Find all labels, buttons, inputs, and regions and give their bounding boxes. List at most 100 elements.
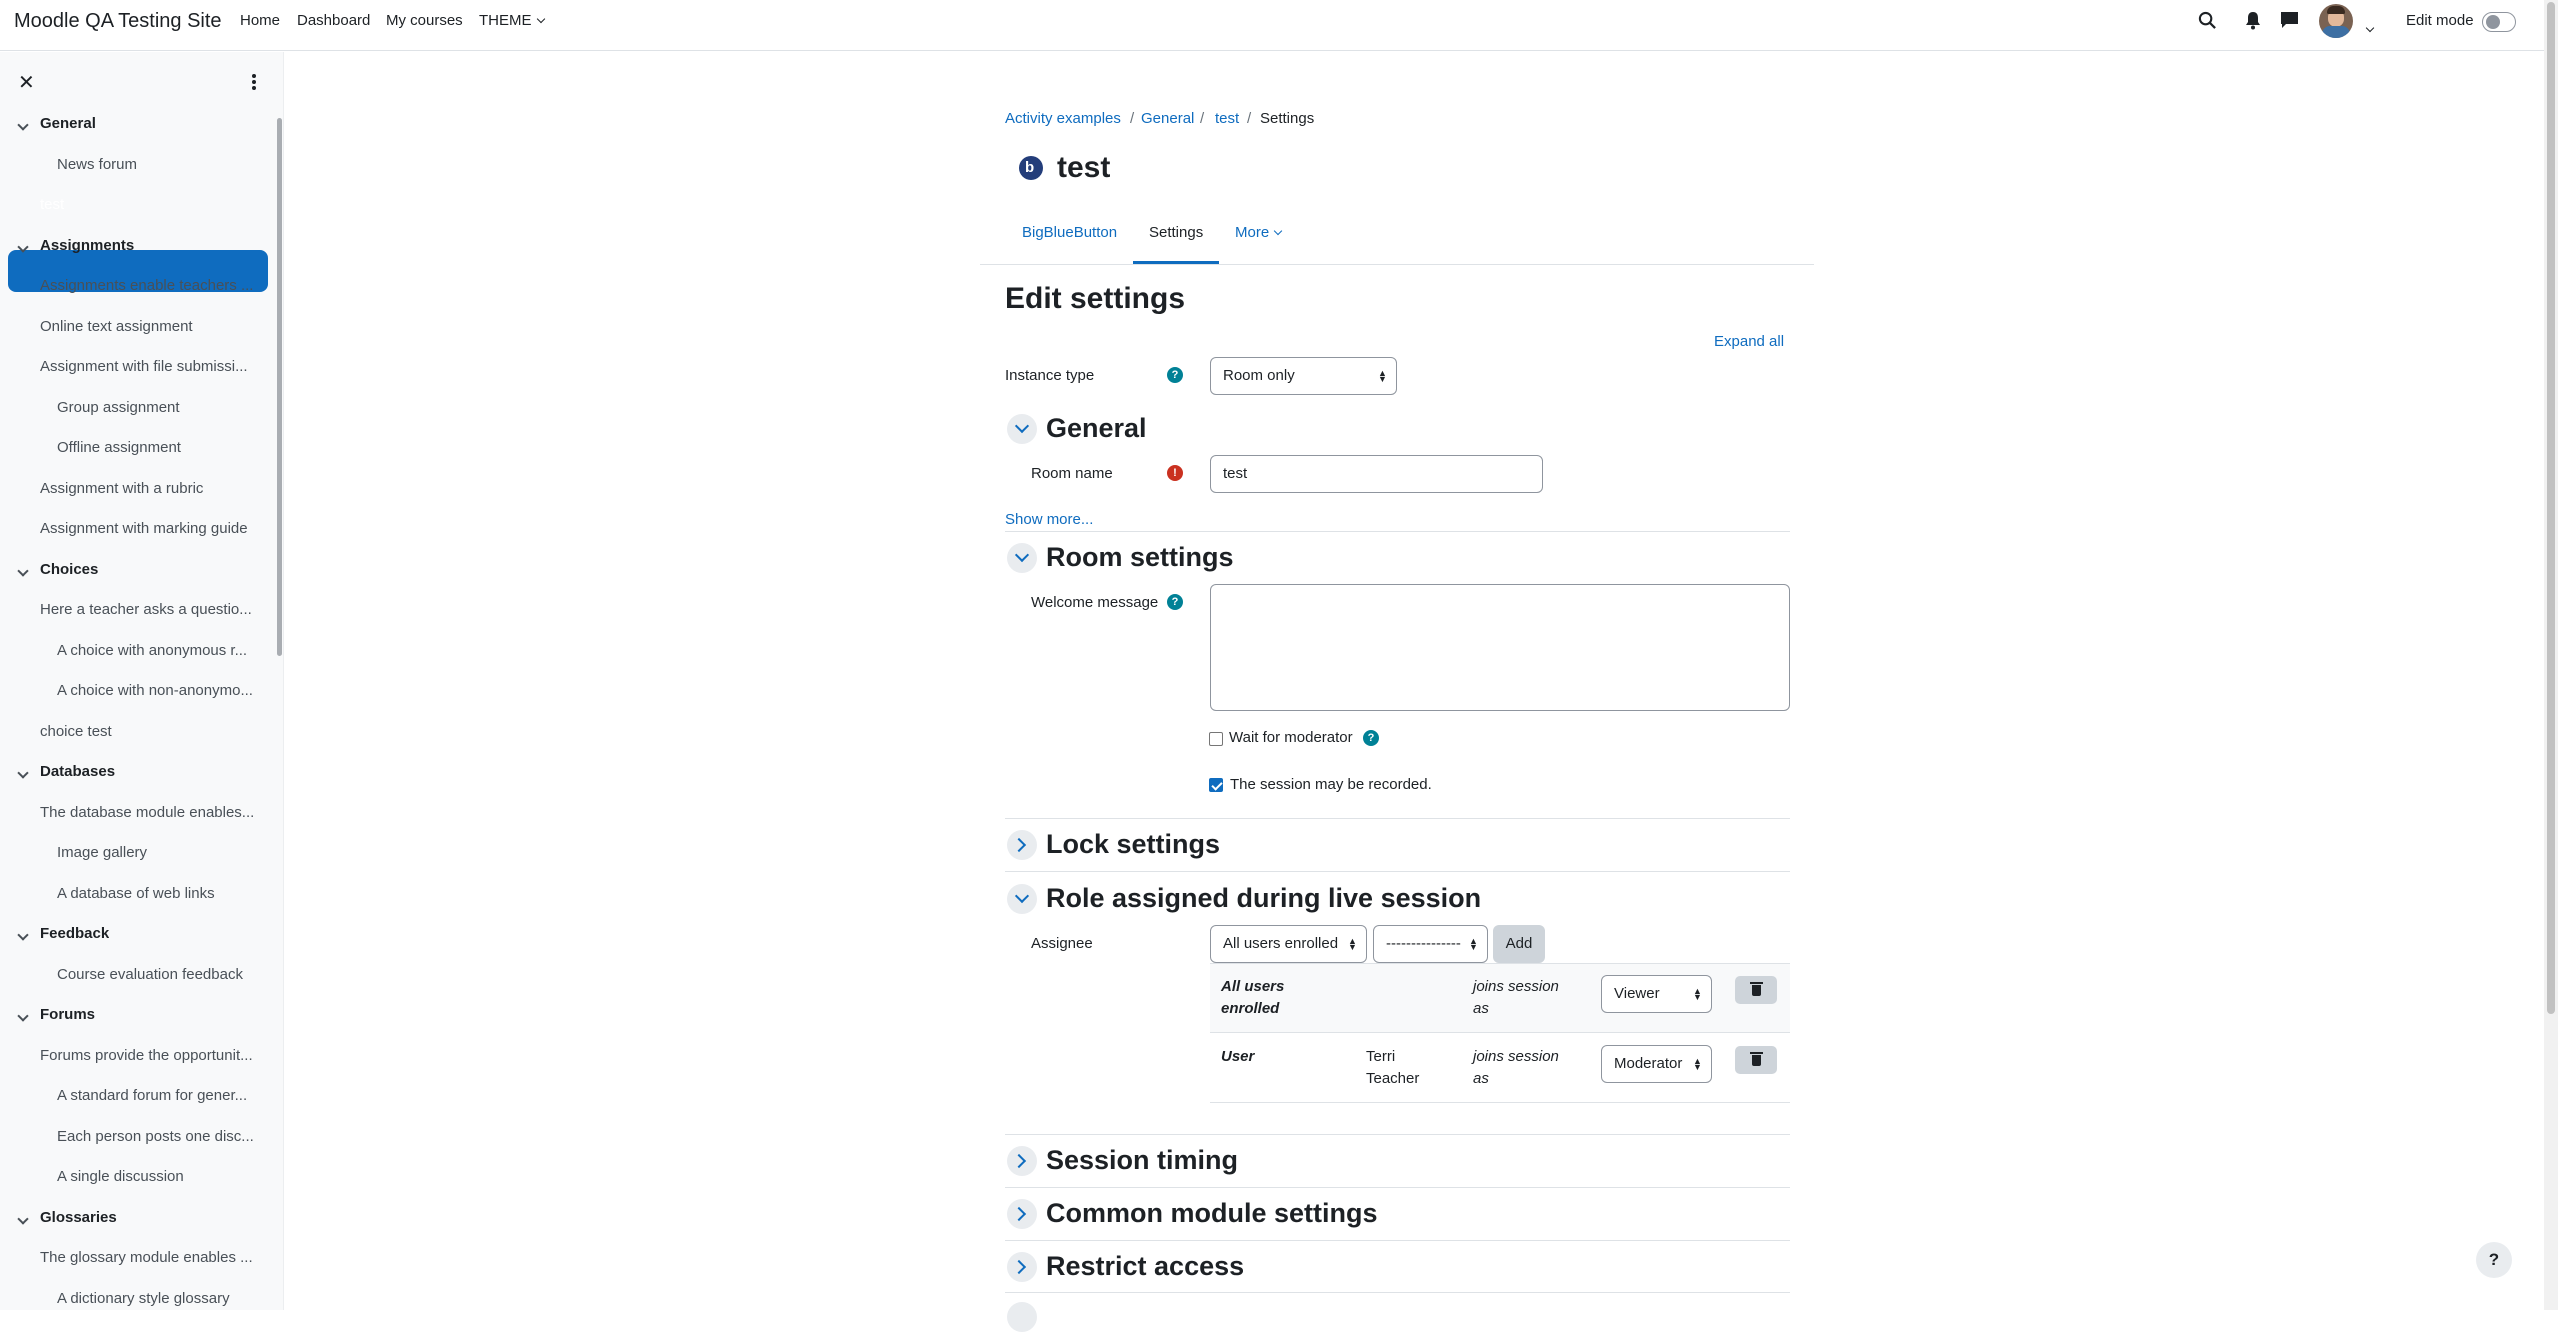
chevron-down-icon[interactable] <box>17 1212 29 1225</box>
assignee-user-select[interactable]: --------------- ▲ ▼ <box>1373 925 1488 963</box>
add-assignee-button[interactable]: Add <box>1493 925 1545 963</box>
chevron-down-icon[interactable] <box>17 929 29 941</box>
role-select[interactable]: Moderator ▲ ▼ <box>1601 1045 1712 1083</box>
nav-home[interactable]: Home <box>240 12 280 29</box>
kebab-icon[interactable] <box>252 74 256 92</box>
chevron-down-icon[interactable] <box>17 564 29 577</box>
session-timing-toggle[interactable] <box>1007 1146 1037 1176</box>
activity-item-active[interactable]: test <box>40 196 258 213</box>
close-icon[interactable]: ✕ <box>18 70 35 95</box>
assignee-type-value: All users enrolled <box>1223 935 1339 952</box>
activity-item[interactable]: Each person posts one disc... <box>57 1128 258 1145</box>
tab-more[interactable]: More <box>1235 224 1283 241</box>
activity-item[interactable]: A choice with anonymous r... <box>57 642 258 659</box>
lock-settings-toggle[interactable] <box>1007 830 1037 860</box>
help-icon[interactable]: ? <box>1167 367 1183 383</box>
user-menu-chevron-icon[interactable] <box>2365 23 2375 33</box>
assignee-type-select[interactable]: All users enrolled ▲ ▼ <box>1210 925 1367 963</box>
row-type: User <box>1221 1048 1255 1065</box>
general-section-toggle[interactable] <box>1007 414 1037 444</box>
restrict-access-heading[interactable]: Restrict access <box>1046 1251 1244 1282</box>
activity-item[interactable]: Group assignment <box>57 399 258 416</box>
section-heading[interactable]: Assignments <box>40 237 134 254</box>
expand-all-link[interactable]: Expand all <box>1714 333 1784 350</box>
chevron-down-icon[interactable] <box>17 119 29 131</box>
activity-item[interactable]: Online text assignment <box>40 318 258 335</box>
room-settings-heading[interactable]: Room settings <box>1046 542 1234 573</box>
common-module-heading[interactable]: Common module settings <box>1046 1198 1378 1229</box>
activity-item[interactable]: News forum <box>57 156 258 173</box>
next-section-toggle[interactable] <box>1007 1302 1037 1332</box>
activity-item[interactable]: A single discussion <box>57 1168 258 1185</box>
session-recorded-checkbox[interactable] <box>1209 778 1223 792</box>
help-icon[interactable]: ? <box>1363 730 1379 746</box>
nav-my-courses[interactable]: My courses <box>386 12 463 29</box>
row-type: All users enrolled <box>1221 978 1285 1017</box>
activity-item[interactable]: Assignments enable teachers ... <box>40 277 258 294</box>
page-scrollbar[interactable] <box>2544 0 2558 1310</box>
section-heading[interactable]: Feedback <box>40 925 109 942</box>
activity-item[interactable]: Image gallery <box>57 844 258 861</box>
row-joins: joins session as <box>1473 1048 1559 1087</box>
show-more-link[interactable]: Show more... <box>1005 511 1093 528</box>
role-select[interactable]: Viewer ▲ ▼ <box>1601 975 1712 1013</box>
activity-item[interactable]: The database module enables... <box>40 804 258 821</box>
tab-bigbluebutton[interactable]: BigBlueButton <box>1022 224 1117 241</box>
section-heading[interactable]: Glossaries <box>40 1209 117 1226</box>
breadcrumb-activity-examples[interactable]: Activity examples <box>1005 110 1121 127</box>
activity-item[interactable]: choice test <box>40 723 258 740</box>
select-arrows-icon: ▲ ▼ <box>1469 936 1478 952</box>
activity-item[interactable]: A standard forum for gener... <box>57 1087 258 1104</box>
activity-item[interactable]: A choice with non-anonymo... <box>57 682 258 699</box>
avatar[interactable] <box>2319 4 2353 38</box>
tab-settings[interactable]: Settings <box>1149 224 1203 241</box>
activity-item[interactable]: Course evaluation feedback <box>57 966 258 983</box>
section-heading[interactable]: Forums <box>40 1006 95 1023</box>
activity-item[interactable]: Here a teacher asks a questio... <box>40 601 258 618</box>
session-timing-heading[interactable]: Session timing <box>1046 1145 1238 1176</box>
top-navbar: Moodle QA Testing Site Home Dashboard My… <box>0 0 2544 51</box>
trash-icon[interactable] <box>1735 976 1777 1004</box>
activity-item[interactable]: The glossary module enables ... <box>40 1249 258 1266</box>
room-name-input[interactable]: test <box>1210 455 1543 493</box>
lock-settings-heading[interactable]: Lock settings <box>1046 829 1220 860</box>
activity-item[interactable]: Assignment with a rubric <box>40 480 258 497</box>
nav-theme[interactable]: THEME <box>479 12 545 29</box>
chevron-down-icon[interactable] <box>17 1010 29 1022</box>
site-brand[interactable]: Moodle QA Testing Site <box>14 10 222 33</box>
section-heading[interactable]: General <box>40 115 96 132</box>
bell-icon[interactable] <box>2245 11 2261 30</box>
nav-dashboard[interactable]: Dashboard <box>297 12 370 29</box>
page-scrollbar-thumb[interactable] <box>2547 2 2555 1014</box>
activity-item[interactable]: A dictionary style glossary <box>57 1290 258 1307</box>
search-icon[interactable] <box>2198 11 2217 30</box>
section-heading[interactable]: Databases <box>40 763 115 780</box>
room-settings-toggle[interactable] <box>1007 543 1037 573</box>
breadcrumb-general[interactable]: General <box>1141 110 1194 127</box>
restrict-access-toggle[interactable] <box>1007 1252 1037 1282</box>
activity-item[interactable]: Forums provide the opportunit... <box>40 1047 258 1064</box>
section-heading[interactable]: Choices <box>40 561 98 578</box>
trash-icon[interactable] <box>1735 1046 1777 1074</box>
common-module-toggle[interactable] <box>1007 1199 1037 1229</box>
role-assigned-heading[interactable]: Role assigned during live session <box>1046 883 1481 914</box>
welcome-message-textarea[interactable] <box>1210 584 1790 711</box>
activity-item[interactable]: Offline assignment <box>57 439 258 456</box>
breadcrumb-separator: / <box>1200 110 1205 127</box>
activity-item[interactable]: Assignment with marking guide <box>40 520 258 537</box>
general-section-heading[interactable]: General <box>1046 413 1147 444</box>
chat-icon[interactable] <box>2280 11 2299 29</box>
wait-for-moderator-label: Wait for moderator <box>1229 729 1353 746</box>
edit-mode-toggle[interactable] <box>2482 12 2516 32</box>
instance-type-select[interactable]: Room only ▲ ▼ <box>1210 357 1397 395</box>
activity-item[interactable]: Assignment with file submissi... <box>40 358 258 375</box>
instance-type-label: Instance type <box>1005 367 1095 384</box>
help-icon[interactable]: ? <box>1167 594 1183 610</box>
role-assigned-toggle[interactable] <box>1007 884 1037 914</box>
activity-item[interactable]: A database of web links <box>57 885 258 902</box>
chevron-down-icon[interactable] <box>17 767 29 779</box>
wait-for-moderator-checkbox[interactable] <box>1209 732 1223 746</box>
breadcrumb-test[interactable]: test <box>1215 110 1239 127</box>
help-button[interactable]: ? <box>2476 1242 2512 1278</box>
drawer-scrollbar[interactable] <box>277 118 282 656</box>
